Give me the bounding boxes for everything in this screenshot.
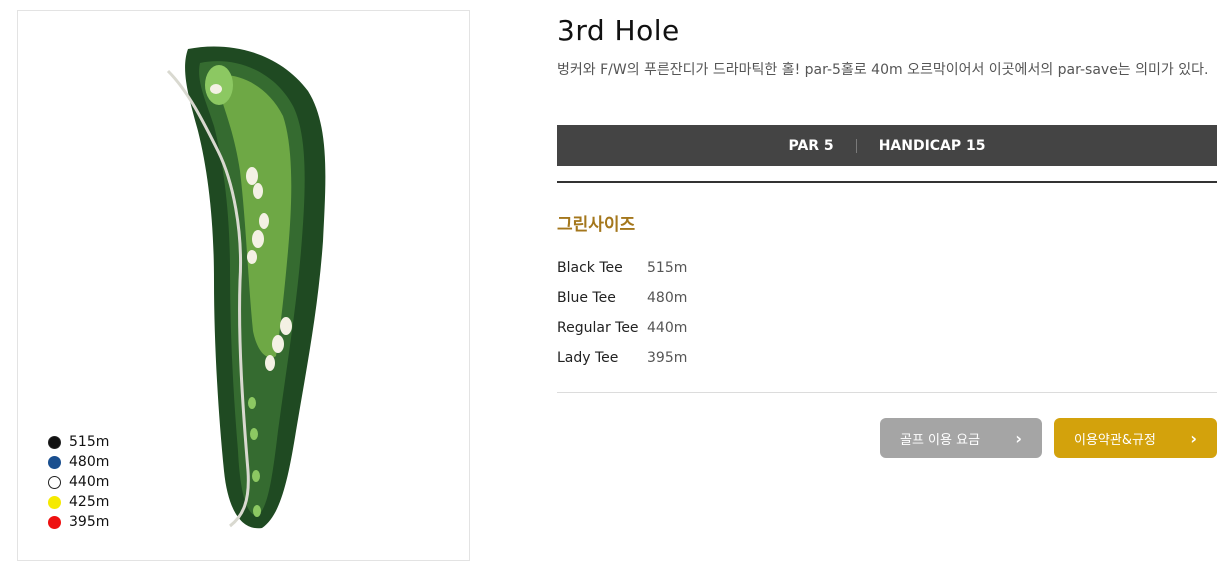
tee-row: Regular Tee 440m [557,313,687,343]
legend-distance: 440m [69,474,110,490]
tee-distance: 480m [647,290,688,306]
chevron-right-icon: › [1190,428,1197,448]
yellow-dot-icon [48,495,61,509]
legend-distance: 515m [69,434,110,450]
tee-distance-list: Black Tee 515m Blue Tee 480m Regular Tee… [557,253,687,373]
tee-row: Black Tee 515m [557,253,687,283]
legend-item-blue: 480m [48,452,109,472]
black-dot-icon [48,435,61,449]
blue-dot-icon [48,455,61,469]
tee-distance: 515m [647,260,688,276]
legend-item-white: 440m [48,472,109,492]
legend-distance: 425m [69,494,110,510]
green-size-title: 그린사이즈 [557,215,636,235]
tee-name: Blue Tee [557,290,616,306]
tee-row: Lady Tee 395m [557,343,687,373]
tee-distance: 395m [647,350,688,366]
terms-label: 이용약관&규정 [1074,432,1156,448]
red-dot-icon [48,515,61,529]
legend-distance: 480m [69,454,110,470]
legend-distance: 395m [69,514,110,530]
par-label: PAR 5 [788,137,834,154]
tee-name: Black Tee [557,260,623,276]
legend-item-red: 395m [48,512,109,532]
course-map-panel: 515m 480m 440m 425m 395m [17,10,470,561]
golf-fee-label: 골프 이용 요금 [900,432,981,448]
stat-divider [855,138,857,153]
section-divider [557,181,1217,183]
terms-button[interactable]: 이용약관&규정 › [1054,418,1217,458]
white-dot-icon [48,475,61,489]
tee-name: Regular Tee [557,320,639,336]
chevron-right-icon: › [1015,428,1022,448]
hole-description: 벙커와 F/W의 푸른잔디가 드라마틱한 홀! par-5홀로 40m 오르막이… [557,62,1209,78]
tee-distance: 440m [647,320,688,336]
tee-row: Blue Tee 480m [557,283,687,313]
hole-stat-bar: PAR 5 HANDICAP 15 [557,125,1217,166]
tee-distance-legend: 515m 480m 440m 425m 395m [48,432,109,532]
golf-fee-button[interactable]: 골프 이용 요금 › [880,418,1042,458]
legend-item-black: 515m [48,432,109,452]
tee-name: Lady Tee [557,350,619,366]
hole-title: 3rd Hole [557,14,680,47]
legend-item-yellow: 425m [48,492,109,512]
bottom-divider [557,392,1217,393]
handicap-label: HANDICAP 15 [878,137,986,154]
